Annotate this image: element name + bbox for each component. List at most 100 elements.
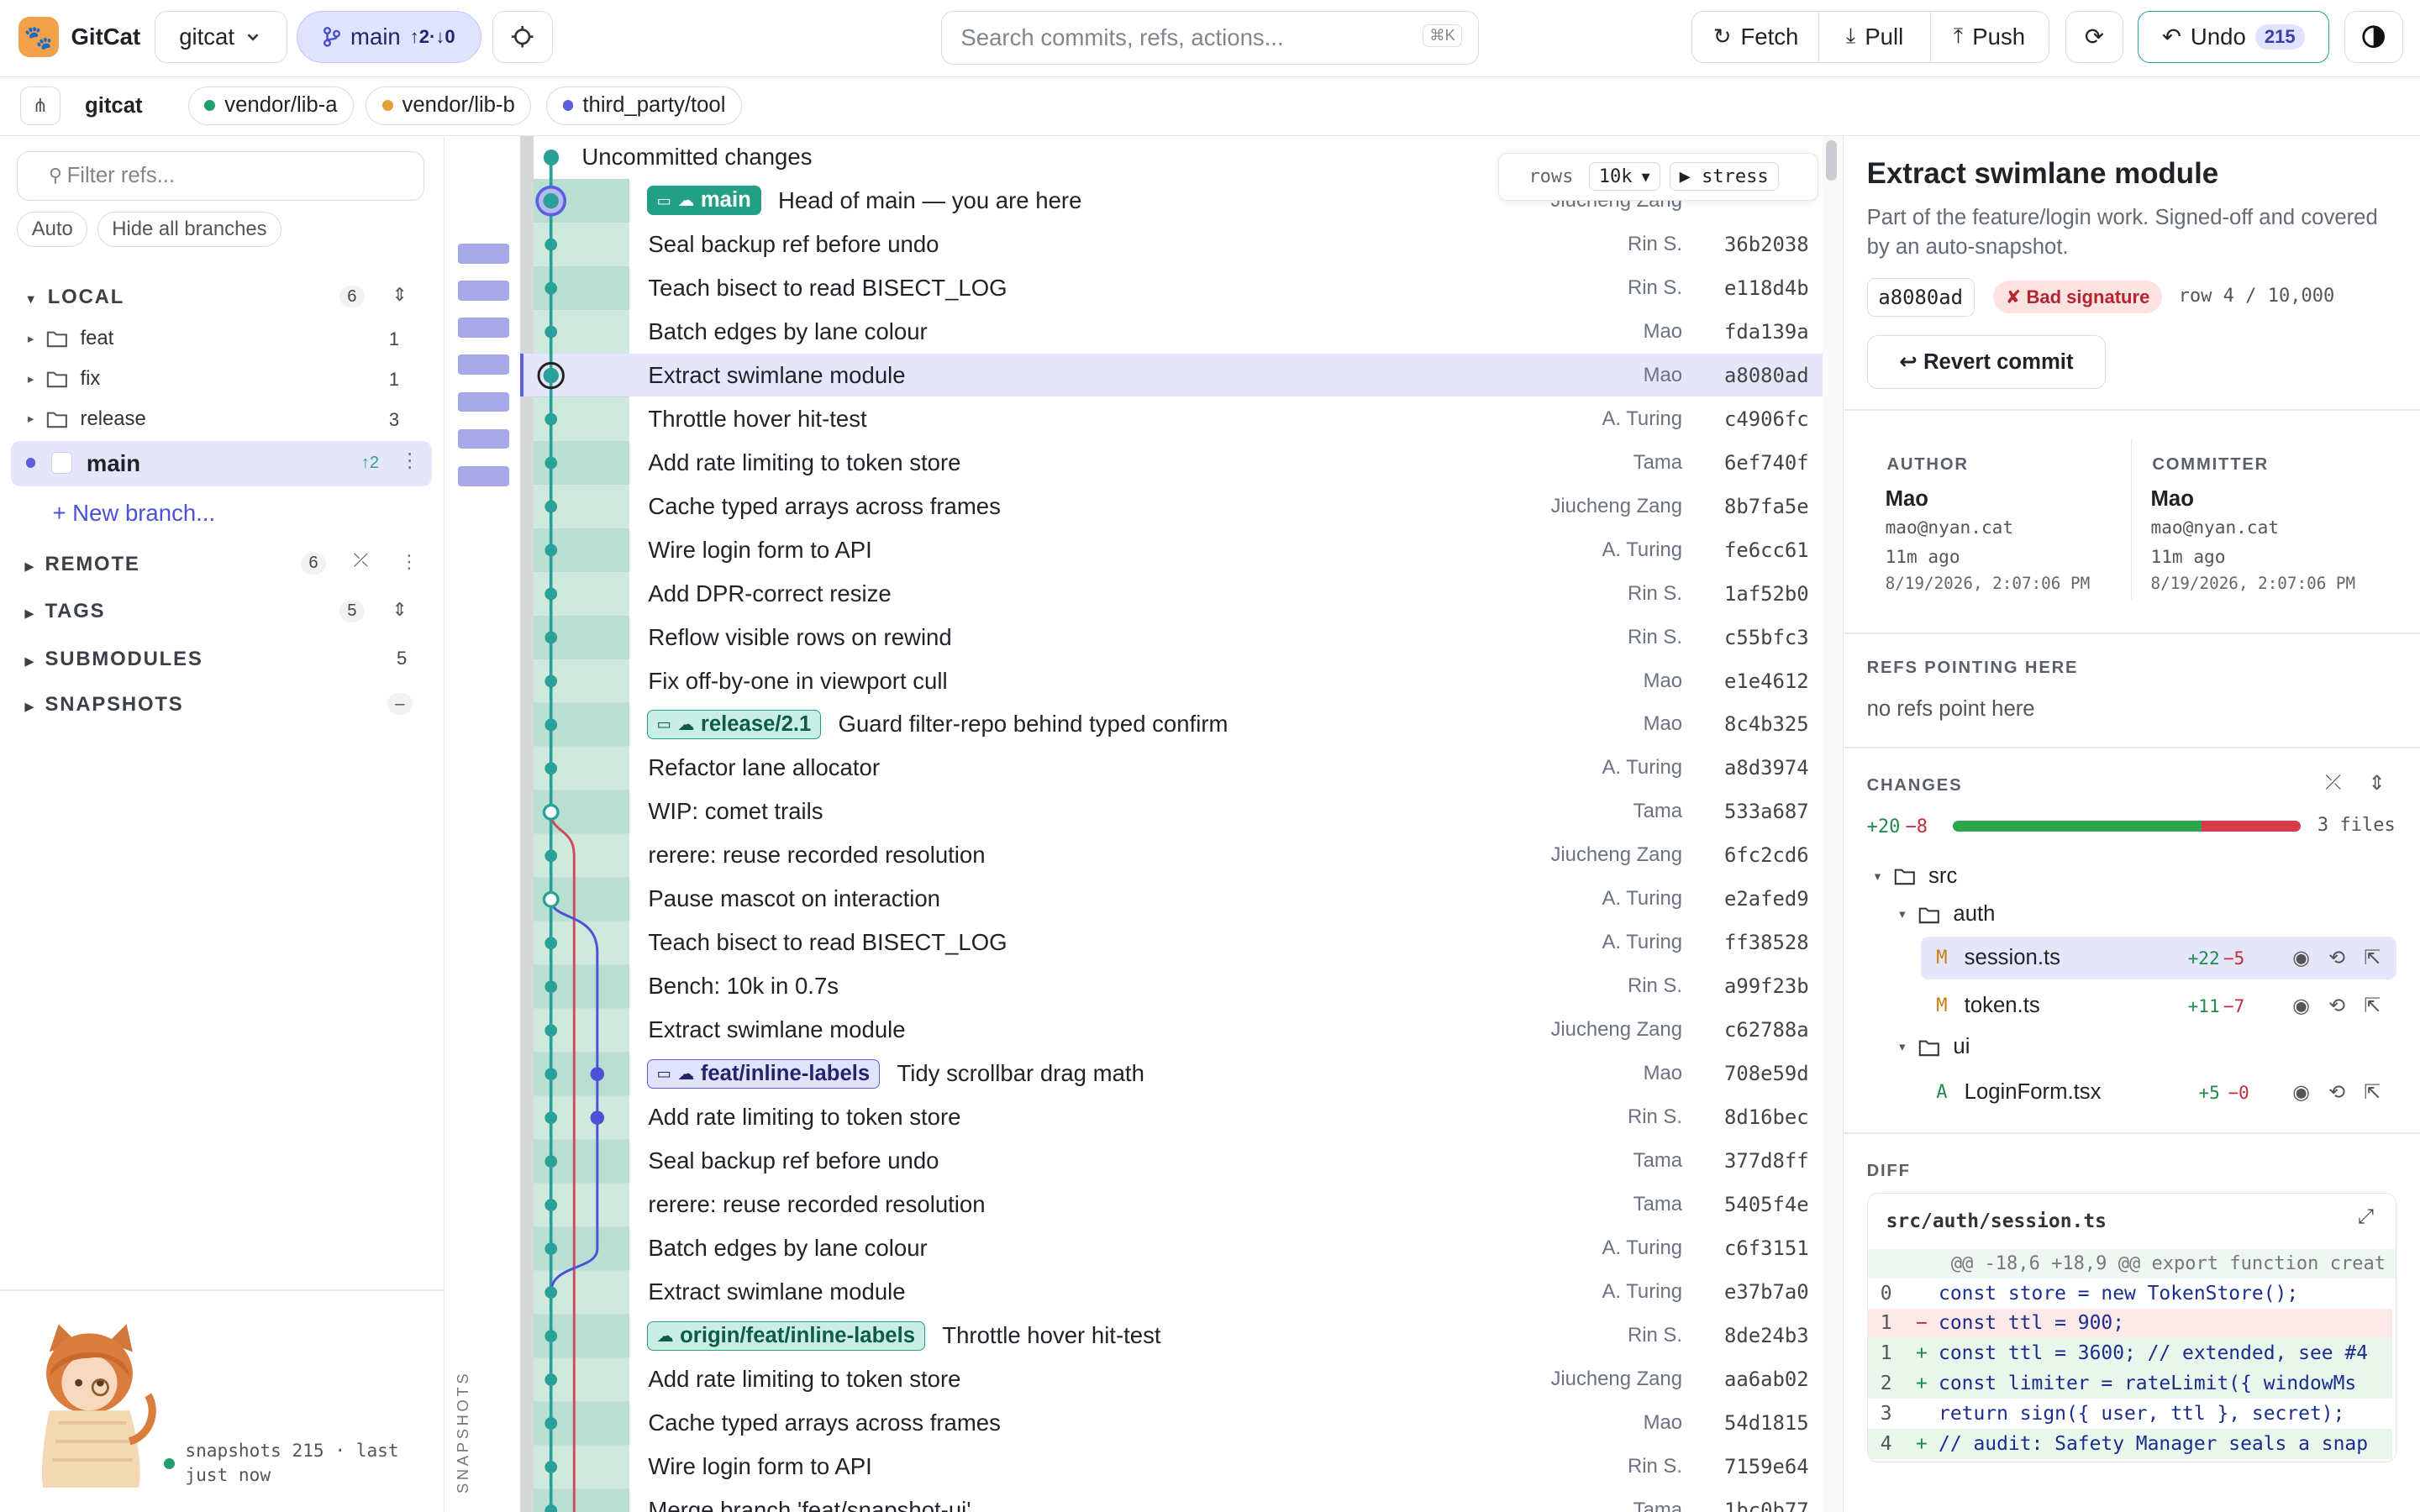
commit-row[interactable]: Batch edges by lane colour Mao fda139a: [629, 310, 1824, 353]
commit-row[interactable]: ▭ ☁ release/2.1 Guard filter-repo behind ty…: [629, 703, 1824, 746]
repo-tree-button[interactable]: ⋔: [19, 86, 60, 125]
branch-item-main[interactable]: main ↑2 ⋮: [10, 441, 433, 486]
section-local[interactable]: ▼ LOCAL: [24, 286, 124, 309]
commit-row[interactable]: Fix off-by-one in viewport cull Mao e1e461…: [629, 659, 1824, 702]
ref-badge[interactable]: ☁ origin/feat/inline-labels: [646, 1320, 926, 1351]
folder-release[interactable]: ▸ release: [28, 407, 146, 431]
auto-button[interactable]: Auto: [17, 211, 88, 247]
branch-selector[interactable]: main ↑2·↓0: [296, 10, 482, 64]
section-remote[interactable]: ▶ REMOTE: [24, 553, 139, 576]
more-icon[interactable]: ⋮: [400, 551, 418, 573]
hide-all-branches-button[interactable]: Hide all branches: [97, 211, 282, 247]
commit-row[interactable]: WIP: comet trails Tama 533a687: [629, 790, 1824, 833]
new-branch-button[interactable]: + New branch...: [52, 500, 215, 527]
commit-row[interactable]: Pause mascot on interaction A. Turing e2af…: [629, 878, 1824, 921]
commit-row[interactable]: Extract swimlane module Jiucheng Zang c627…: [629, 1009, 1824, 1052]
visibility-checkbox[interactable]: [50, 452, 73, 474]
fetch-button[interactable]: ↻ Fetch: [1693, 11, 1820, 63]
collapse-icon[interactable]: ⤫: [2325, 771, 2341, 795]
commit-row[interactable]: ☁ origin/feat/inline-labels Throttle hover…: [629, 1314, 1824, 1357]
commit-row[interactable]: Extract swimlane module A. Turing e37b7a0: [629, 1271, 1824, 1314]
push-button[interactable]: ⤒ Push: [1931, 12, 2049, 62]
changed-file-row[interactable]: M session.ts +22 −5 ◉ ⟲ ⇱: [1920, 936, 2396, 980]
eye-icon[interactable]: ◉: [2292, 1080, 2310, 1105]
commit-row[interactable]: rerere: reuse recorded resolution Tama 540…: [629, 1184, 1824, 1226]
external-link-icon[interactable]: ⇱: [2364, 994, 2381, 1018]
commit-row[interactable]: Add rate limiting to token store Tama 6ef7…: [629, 441, 1824, 484]
ref-badge[interactable]: ▭ ☁ feat/inline-labels: [646, 1058, 881, 1089]
commit-graph[interactable]: SNAPSHOTS Uncommitted changes ▭ ☁ main Head…: [444, 135, 1844, 1512]
commit-row[interactable]: rerere: reuse recorded resolution Jiuchen…: [629, 834, 1824, 877]
commit-row[interactable]: Add DPR-correct resize Rin S. 1af52b0: [629, 572, 1824, 615]
folder-fix[interactable]: ▸ fix: [28, 367, 100, 391]
merge-commit-dot: [542, 803, 560, 821]
history-icon[interactable]: ⟲: [2328, 994, 2345, 1018]
commit-row[interactable]: Refactor lane allocator A. Turing a8d3974: [629, 747, 1824, 790]
stress-button[interactable]: ▶ stress: [1669, 162, 1779, 192]
revert-commit-button[interactable]: ↩ Revert commit: [1866, 334, 2107, 389]
commit-row[interactable]: ▭ ☁ feat/inline-labels Tidy scrollbar drag …: [629, 1053, 1824, 1095]
filter-refs-input[interactable]: ⚲ Filter refs...: [17, 150, 425, 201]
commit-message: Add rate limiting to token store: [648, 1104, 961, 1131]
pull-button[interactable]: ⤓ Pull: [1819, 11, 1931, 63]
expand-collapse-icon[interactable]: ⇕: [392, 599, 408, 621]
collapse-icon[interactable]: ⤫: [354, 549, 369, 571]
commit-row[interactable]: Wire login form to API Rin S. 7159e64: [629, 1445, 1824, 1488]
search-input[interactable]: Search commits, refs, actions... ⌘K: [941, 10, 1479, 66]
commit-row[interactable]: Seal backup ref before undo Rin S. 36b2038: [629, 223, 1824, 265]
undo-button[interactable]: ↶ Undo 215: [2137, 10, 2329, 64]
changed-file-row[interactable]: A LoginForm.tsx +5 −0 ◉ ⟲ ⇱: [1921, 1071, 2396, 1114]
commit-row[interactable]: Teach bisect to read BISECT_LOG A. Turing…: [629, 921, 1824, 964]
commit-sha: 708e59d: [1724, 1062, 1809, 1086]
expand-collapse-icon[interactable]: ⇕: [392, 284, 408, 306]
submodule-chip[interactable]: third_party/tool: [546, 86, 742, 125]
expand-collapse-icon[interactable]: ⇕: [2368, 771, 2385, 795]
commit-row[interactable]: Add rate limiting to token store Jiucheng…: [629, 1357, 1824, 1400]
changed-file-row[interactable]: M token.ts +11 −7 ◉ ⟲ ⇱: [1921, 984, 2396, 1027]
commit-dot: [543, 367, 559, 383]
history-icon[interactable]: ⟲: [2328, 946, 2345, 970]
locate-head-button[interactable]: [492, 10, 553, 64]
commit-dot: [544, 238, 558, 251]
commit-row[interactable]: Extract swimlane module Mao a8080ad: [629, 354, 1824, 396]
commit-row[interactable]: Bench: 10k in 0.7s Rin S. a99f23b: [629, 965, 1824, 1008]
line-number: 1: [1880, 1342, 1892, 1365]
commit-row[interactable]: Throttle hover hit-test A. Turing c4906fc: [629, 397, 1824, 440]
submodule-chip[interactable]: vendor/lib-b: [366, 86, 532, 125]
commit-row[interactable]: Cache typed arrays across frames Jiucheng…: [629, 485, 1824, 528]
commit-sha: 8d16bec: [1724, 1105, 1809, 1130]
repo-selector[interactable]: gitcat: [154, 10, 287, 64]
commit-row[interactable]: Merge branch 'feat/snapshot-ui' Tama 1bc0b…: [629, 1488, 1824, 1512]
section-submodules[interactable]: ▶ SUBMODULES: [24, 648, 203, 671]
history-icon[interactable]: ⟲: [2328, 1080, 2345, 1105]
ref-badge[interactable]: ▭ ☁ main: [646, 186, 761, 216]
commit-row[interactable]: Add rate limiting to token store Rin S. 8d…: [629, 1096, 1824, 1139]
commit-row[interactable]: Wire login form to API A. Turing fe6cc61: [629, 528, 1824, 571]
sync-button[interactable]: ⟳: [2065, 10, 2124, 64]
eye-icon[interactable]: ◉: [2292, 994, 2310, 1018]
commit-row[interactable]: Cache typed arrays across frames Mao 54d18…: [629, 1401, 1824, 1444]
theme-toggle-button[interactable]: [2344, 10, 2403, 64]
diff-viewer[interactable]: src/auth/session.ts ⤢ @@ -18,6 +18,9 @@ …: [1866, 1192, 2396, 1463]
submodule-chip[interactable]: vendor/lib-a: [188, 86, 354, 125]
external-link-icon[interactable]: ⇱: [2364, 946, 2381, 970]
commit-sha[interactable]: a8080ad: [1866, 277, 1975, 317]
tree-folder-ui[interactable]: ▾ ui: [1899, 1035, 1970, 1059]
commit-row[interactable]: Reflow visible rows on rewind Rin S. c55bf…: [629, 616, 1824, 659]
ref-badge[interactable]: ▭ ☁ release/2.1: [646, 710, 822, 739]
section-tags[interactable]: ▶ TAGS: [24, 600, 105, 623]
commit-row[interactable]: Batch edges by lane colour A. Turing c6f31…: [629, 1227, 1824, 1270]
scrollbar-thumb[interactable]: [1825, 140, 1837, 181]
external-link-icon[interactable]: ⇱: [2364, 1080, 2381, 1105]
section-snapshots[interactable]: ▶ SNAPSHOTS: [24, 693, 183, 717]
more-icon[interactable]: ⋮: [400, 449, 420, 473]
eye-icon[interactable]: ◉: [2292, 946, 2310, 970]
tree-folder-auth[interactable]: ▾ auth: [1899, 902, 1995, 927]
expand-icon[interactable]: ⤢: [2358, 1205, 2374, 1229]
commit-row[interactable]: Teach bisect to read BISECT_LOG Rin S. e11…: [629, 266, 1824, 309]
tree-folder-src[interactable]: ▾ src: [1875, 864, 1958, 889]
commit-row[interactable]: Seal backup ref before undo Tama 377d8ff: [629, 1140, 1824, 1183]
scrollbar-track[interactable]: [1823, 135, 1844, 1512]
folder-feat[interactable]: ▸ feat: [28, 327, 113, 350]
rows-select[interactable]: 10k ▼: [1588, 162, 1660, 192]
